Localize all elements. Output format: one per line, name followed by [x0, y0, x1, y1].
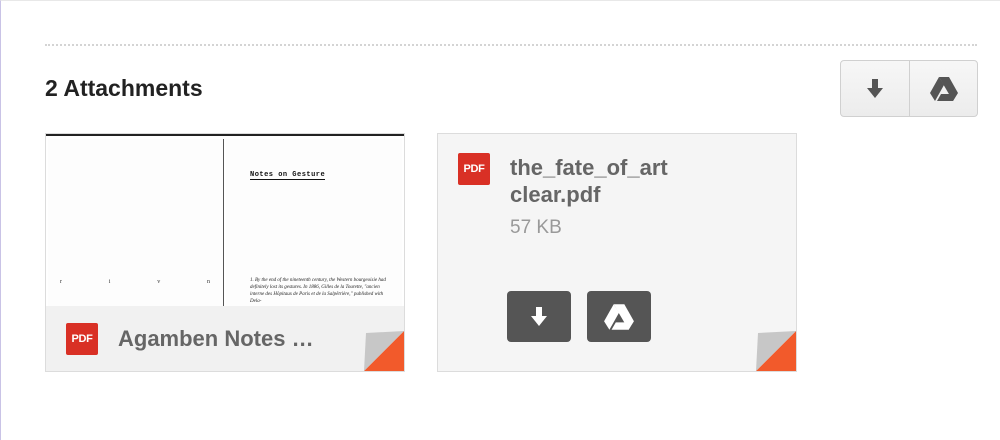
message-frame: 2 Attachments r i v n Notes on Gesture 1… — [0, 0, 1000, 440]
save-all-to-drive-button[interactable] — [909, 61, 977, 116]
drive-icon — [929, 76, 958, 101]
thumbnail-mark: i — [108, 279, 111, 285]
attachments-toolbar — [840, 60, 978, 117]
download-button[interactable] — [507, 291, 571, 342]
attachment-card-fate-of-art[interactable]: PDF the_fate_of_art clear.pdf 57 KB — [437, 133, 797, 372]
thumbnail-mark: v — [157, 279, 161, 285]
thumbnail-page-right: Notes on Gesture 1. By the end of the ni… — [226, 139, 402, 308]
thumbnail-mark: r — [60, 279, 62, 285]
page-curl-corner — [364, 331, 404, 371]
thumbnail-marks: r i v n — [60, 279, 210, 285]
download-icon — [867, 78, 883, 98]
attachment-filename: Agamben Notes … — [118, 326, 314, 351]
attachment-filename: the_fate_of_art clear.pdf — [510, 155, 668, 207]
attachments-heading: 2 Attachments — [45, 75, 203, 101]
thumbnail-mark: n — [206, 279, 210, 285]
divider — [45, 44, 977, 46]
attachment-card-agamben[interactable]: r i v n Notes on Gesture 1. By the end o… — [45, 133, 405, 372]
thumbnail-doc-title: Notes on Gesture — [250, 171, 326, 180]
download-icon — [531, 306, 547, 326]
pdf-icon: PDF — [66, 323, 98, 355]
drive-icon — [604, 303, 634, 330]
attachment-filesize: 57 KB — [510, 217, 562, 238]
page-curl-corner — [756, 331, 796, 371]
attachment-thumbnail: r i v n Notes on Gesture 1. By the end o… — [46, 134, 404, 308]
save-to-drive-button[interactable] — [587, 291, 651, 342]
download-all-button[interactable] — [841, 61, 909, 116]
thumbnail-doc-body: 1. By the end of the nineteenth century,… — [250, 278, 386, 304]
pdf-icon: PDF — [458, 153, 490, 185]
thumbnail-page-left: r i v n — [48, 139, 224, 308]
